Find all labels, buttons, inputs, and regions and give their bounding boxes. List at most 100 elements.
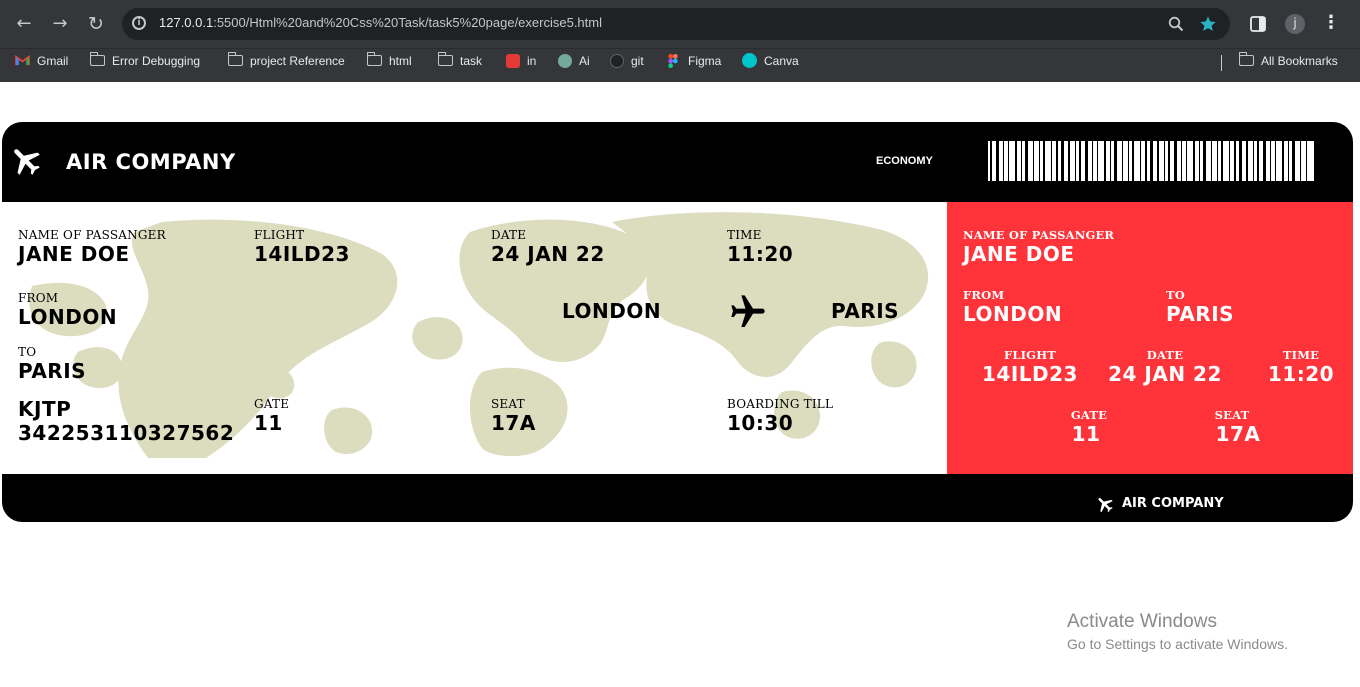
forward-icon[interactable]: → (49, 13, 71, 35)
from-label: FROM (18, 291, 59, 305)
bookmark-gmail[interactable]: Gmail (15, 49, 68, 83)
barcode-bar (1270, 141, 1271, 181)
reload-icon[interactable]: ↻ (85, 13, 107, 35)
bookmark-ai[interactable]: Ai (558, 49, 590, 83)
stub-flight-label: FLIGHT (1003, 348, 1057, 362)
ticket-stub: NAME OF PASSANGER JANE DOE FROM LONDON T… (947, 202, 1353, 474)
url-text[interactable]: 127.0.0.1:5500/Html%20and%20Css%20Task/t… (159, 15, 602, 30)
to-city: PARIS (18, 359, 87, 383)
boarding-time: 10:30 (727, 411, 794, 435)
from-city: LONDON (18, 305, 118, 329)
figma-icon (668, 54, 678, 68)
route-origin: LONDON (562, 299, 662, 323)
barcode-bar (1168, 141, 1170, 181)
stub-passenger-name: JANE DOE (963, 242, 1075, 266)
stub-gate-number: 11 (1071, 422, 1101, 446)
barcode-bar (1075, 141, 1076, 181)
barcode-bar (1097, 141, 1098, 181)
date-label: DATE (491, 228, 527, 242)
stub-to-city: PARIS (1166, 302, 1235, 326)
bookmark-task[interactable]: task (437, 49, 482, 83)
ticket-number: 342253110327562 (18, 421, 235, 445)
barcode-bar (1221, 141, 1223, 181)
barcode-bar (1157, 141, 1159, 181)
bookmark-figma[interactable]: Figma (668, 49, 721, 83)
menu-kebab-icon[interactable]: ⋮ (1322, 12, 1340, 34)
folder-icon (366, 52, 382, 66)
github-icon (610, 54, 624, 68)
gate-number: 11 (254, 411, 283, 435)
barcode-bar (1193, 141, 1195, 181)
barcode-bar (1110, 141, 1111, 181)
bookmark-in[interactable]: in (506, 49, 536, 83)
barcode-bar (1253, 141, 1254, 181)
address-bar[interactable]: i 127.0.0.1:5500/Html%20and%20Css%20Task… (122, 8, 1230, 40)
barcode-bar (1122, 141, 1123, 181)
gate-label: GATE (254, 397, 290, 411)
barcode-bar (1114, 141, 1117, 181)
stub-seat-label: SEAT (1214, 408, 1250, 422)
footer-airplane-icon (1098, 498, 1113, 513)
bookmark-canva[interactable]: Canva (742, 49, 799, 83)
passenger-name: JANE DOE (18, 242, 130, 266)
stub-date: 24 JAN 22 (1108, 362, 1222, 386)
barcode-bar (1292, 141, 1295, 181)
zoom-icon[interactable] (1168, 16, 1184, 32)
barcode-bar (1056, 141, 1058, 181)
side-panel-icon[interactable] (1250, 16, 1266, 32)
stub-time: 11:20 (1267, 362, 1335, 386)
bookmark-project-reference[interactable]: project Reference (227, 49, 345, 83)
activation-title: Activate Windows (1067, 611, 1217, 632)
bookmarks-separator (1221, 55, 1222, 71)
seat-label: SEAT (491, 397, 525, 411)
barcode-bar (1246, 141, 1248, 181)
route-airplane-icon (731, 295, 765, 327)
back-icon[interactable]: ← (13, 13, 35, 35)
barcode-bar (1068, 141, 1070, 181)
stub-time-label: TIME (1282, 348, 1320, 362)
barcode-bar (1234, 141, 1236, 181)
barcode-bar (1079, 141, 1081, 181)
stub-to-label: TO (1166, 288, 1185, 302)
footer-company-name: AIR COMPANY (1122, 496, 1224, 511)
boarding-pass: AIR COMPANY ECONOMY NAME OF PASSANGER JA… (2, 122, 1353, 522)
flight-label: FLIGHT (254, 228, 305, 242)
bookmark-git[interactable]: git (610, 49, 644, 83)
bookmark-star-icon[interactable] (1199, 15, 1217, 33)
barcode-bar (1008, 141, 1009, 181)
barcode-bar (1229, 141, 1230, 181)
passenger-label: NAME OF PASSANGER (18, 228, 166, 242)
profile-avatar[interactable]: j (1285, 14, 1305, 34)
boarding-label: BOARDING TILL (727, 397, 834, 411)
barcode-bar (1257, 141, 1259, 181)
folder-icon (1238, 52, 1254, 66)
barcode-bar (1085, 141, 1088, 181)
barcode-bar (1186, 141, 1187, 181)
time-label: TIME (727, 228, 762, 242)
bookmark-error-debugging[interactable]: Error Debugging (89, 49, 200, 83)
barcode-bar (1300, 141, 1301, 181)
stub-from-label: FROM (963, 288, 1005, 302)
barcode-bar (1306, 141, 1307, 181)
barcode-bar (1164, 141, 1165, 181)
barcode-bar (1003, 141, 1004, 181)
barcode-bar (1203, 141, 1206, 181)
barcode-bar (1132, 141, 1134, 181)
flight-time: 11:20 (727, 242, 794, 266)
barcode-bar (1015, 141, 1017, 181)
barcode-bar (1021, 141, 1022, 181)
barcode-bar (1263, 141, 1266, 181)
folder-icon (89, 52, 105, 66)
booking-code: KJTP (18, 397, 72, 421)
barcode-bar (1211, 141, 1212, 181)
barcode-bar (1092, 141, 1093, 181)
bookmark-html[interactable]: html (366, 49, 412, 83)
barcode-bar (1181, 141, 1182, 181)
barcode-bar (1033, 141, 1034, 181)
site-info-icon[interactable]: i (132, 16, 146, 30)
barcode-bar (1039, 141, 1040, 181)
bookmark-all-bookmarks[interactable]: All Bookmarks (1238, 49, 1338, 83)
barcode-bar (1174, 141, 1177, 181)
stub-passenger-label: NAME OF PASSANGER (963, 228, 1115, 242)
barcode-bar (1051, 141, 1052, 181)
